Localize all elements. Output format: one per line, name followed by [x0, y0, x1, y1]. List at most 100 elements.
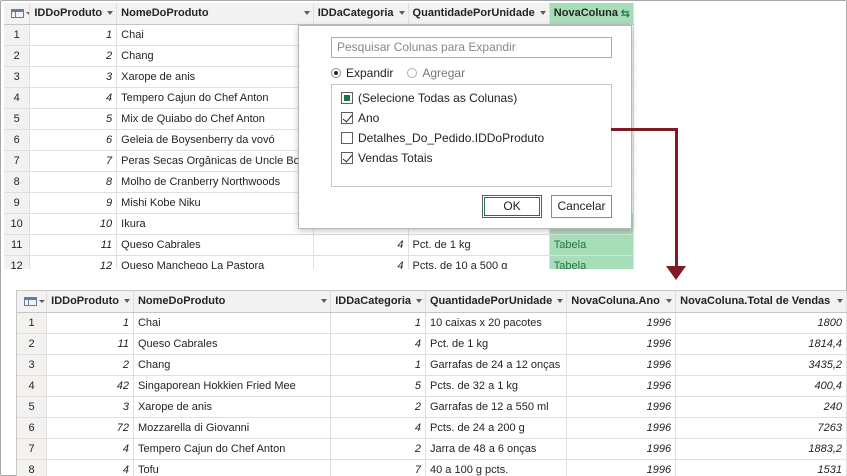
- column-header-iddoproduto[interactable]: IDDoProduto: [29, 3, 118, 25]
- cell-iddoproduto[interactable]: 4: [46, 459, 134, 476]
- cell-nomedoproduto[interactable]: Molho de Cranberry Northwoods: [116, 171, 314, 193]
- row-number[interactable]: 10: [4, 213, 31, 235]
- row-number[interactable]: 2: [4, 45, 31, 67]
- row-number[interactable]: 12: [4, 255, 31, 269]
- cell-quantidadeporunidade[interactable]: 10 caixas x 20 pacotes: [425, 312, 568, 334]
- cell-nomedoproduto[interactable]: Peras Secas Orgânicas de Uncle Bob: [116, 150, 314, 172]
- cell-nomedoproduto[interactable]: Mozzarella di Giovanni: [133, 417, 332, 439]
- row-number[interactable]: 6: [17, 417, 48, 439]
- cancel-button[interactable]: Cancelar: [551, 195, 612, 218]
- radio-aggregate-label[interactable]: Agregar: [422, 66, 465, 80]
- cell-novacoluna[interactable]: Tabela: [549, 255, 634, 269]
- cell-iddoproduto[interactable]: 8: [29, 171, 118, 193]
- row-number[interactable]: 3: [4, 66, 31, 88]
- cell-novacoluna-ano[interactable]: 1996: [566, 333, 677, 355]
- checkbox-item-select-all[interactable]: (Selecione Todas as Colunas): [332, 88, 611, 108]
- cell-quantidadeporunidade[interactable]: Garrafas de 12 a 550 ml: [425, 396, 568, 418]
- cell-iddacategoria[interactable]: 4: [313, 255, 409, 269]
- cell-novacoluna-total[interactable]: 7263: [675, 417, 847, 439]
- cell-iddoproduto[interactable]: 4: [29, 87, 118, 109]
- cell-novacoluna-ano[interactable]: 1996: [566, 312, 677, 334]
- filter-dropdown-icon[interactable]: [398, 11, 405, 15]
- cell-iddacategoria[interactable]: 2: [330, 396, 426, 418]
- cell-iddoproduto[interactable]: 11: [29, 234, 118, 256]
- cell-iddacategoria[interactable]: 4: [330, 333, 426, 355]
- cell-iddoproduto[interactable]: 1: [29, 24, 118, 46]
- cell-nomedoproduto[interactable]: Chai: [133, 312, 332, 334]
- cell-iddacategoria[interactable]: 1: [330, 312, 426, 334]
- cell-novacoluna-total[interactable]: 240: [675, 396, 847, 418]
- expand-column-icon[interactable]: ⇆: [621, 7, 630, 20]
- filter-dropdown-icon[interactable]: [321, 299, 328, 303]
- cell-iddoproduto[interactable]: 5: [29, 108, 118, 130]
- row-number[interactable]: 6: [4, 129, 31, 151]
- cell-novacoluna-total[interactable]: 400,4: [675, 375, 847, 397]
- cell-novacoluna-ano[interactable]: 1996: [566, 417, 677, 439]
- filter-dropdown-icon[interactable]: [837, 299, 843, 303]
- cell-quantidadeporunidade[interactable]: Pcts. de 32 a 1 kg: [425, 375, 568, 397]
- cell-iddoproduto[interactable]: 4: [46, 438, 134, 460]
- cell-novacoluna-ano[interactable]: 1996: [566, 354, 677, 376]
- cell-iddoproduto[interactable]: 72: [46, 417, 134, 439]
- cell-novacoluna-total[interactable]: 1883,2: [675, 438, 847, 460]
- row-number[interactable]: 7: [17, 438, 48, 460]
- cell-iddacategoria[interactable]: 2: [330, 438, 426, 460]
- cell-iddacategoria[interactable]: 1: [330, 354, 426, 376]
- cell-iddacategoria[interactable]: 7: [330, 459, 426, 476]
- checkbox-item-detalhes[interactable]: Detalhes_Do_Pedido.IDDoProduto: [332, 128, 611, 148]
- ok-button[interactable]: OK: [482, 195, 542, 218]
- cell-nomedoproduto[interactable]: Xarope de anis: [116, 66, 314, 88]
- cell-iddacategoria[interactable]: 5: [330, 375, 426, 397]
- row-number[interactable]: 4: [17, 375, 48, 397]
- cell-novacoluna-total[interactable]: 3435,2: [675, 354, 847, 376]
- table-menu-button[interactable]: [17, 291, 48, 313]
- cell-iddacategoria[interactable]: 4: [313, 234, 409, 256]
- cell-novacoluna-total[interactable]: 1800: [675, 312, 847, 334]
- column-header-iddacategoria[interactable]: IDDaCategoria: [313, 3, 409, 25]
- cell-nomedoproduto[interactable]: Mix de Quiabo do Chef Anton: [116, 108, 314, 130]
- cell-nomedoproduto[interactable]: Queso Manchego La Pastora: [116, 255, 314, 269]
- cell-iddoproduto[interactable]: 6: [29, 129, 118, 151]
- cell-nomedoproduto[interactable]: Singaporean Hokkien Fried Mee: [133, 375, 332, 397]
- cell-iddoproduto[interactable]: 1: [46, 312, 134, 334]
- column-header-novacoluna-ano[interactable]: NovaColuna.Ano: [566, 291, 677, 313]
- filter-dropdown-icon[interactable]: [557, 299, 564, 303]
- cell-nomedoproduto[interactable]: Ikura: [116, 213, 314, 235]
- cell-nomedoproduto[interactable]: Xarope de anis: [133, 396, 332, 418]
- checkbox[interactable]: [341, 92, 353, 104]
- cell-nomedoproduto[interactable]: Chang: [116, 45, 314, 67]
- column-header-novacoluna-total[interactable]: NovaColuna.Total de Vendas: [675, 291, 847, 313]
- cell-nomedoproduto[interactable]: Tofu: [133, 459, 332, 476]
- cell-iddacategoria[interactable]: 4: [330, 417, 426, 439]
- checkbox[interactable]: [341, 112, 353, 124]
- filter-dropdown-icon[interactable]: [539, 11, 546, 15]
- cell-novacoluna-ano[interactable]: 1996: [566, 459, 677, 476]
- cell-iddoproduto[interactable]: 3: [29, 66, 118, 88]
- cell-novacoluna-ano[interactable]: 1996: [566, 396, 677, 418]
- cell-quantidadeporunidade[interactable]: Jarra de 48 a 6 onças: [425, 438, 568, 460]
- cell-iddoproduto[interactable]: 10: [29, 213, 118, 235]
- cell-quantidadeporunidade[interactable]: Pcts. de 24 a 200 g: [425, 417, 568, 439]
- cell-nomedoproduto[interactable]: Queso Cabrales: [133, 333, 332, 355]
- cell-novacoluna-total[interactable]: 1814,4: [675, 333, 847, 355]
- table-menu-button[interactable]: [4, 3, 31, 25]
- row-number[interactable]: 7: [4, 150, 31, 172]
- cell-iddoproduto[interactable]: 3: [46, 396, 134, 418]
- cell-iddoproduto[interactable]: 42: [46, 375, 134, 397]
- cell-quantidadeporunidade[interactable]: 40 a 100 g pcts.: [425, 459, 568, 476]
- cell-iddoproduto[interactable]: 12: [29, 255, 118, 269]
- filter-dropdown-icon[interactable]: [666, 299, 673, 303]
- cell-nomedoproduto[interactable]: Mishi Kobe Niku: [116, 192, 314, 214]
- cell-novacoluna[interactable]: Tabela: [549, 234, 634, 256]
- column-header-nomedoproduto[interactable]: NomeDoProduto: [116, 3, 314, 25]
- cell-nomedoproduto[interactable]: Chang: [133, 354, 332, 376]
- column-header-iddacategoria[interactable]: IDDaCategoria: [330, 291, 426, 313]
- cell-nomedoproduto[interactable]: Tempero Cajun do Chef Anton: [133, 438, 332, 460]
- column-header-iddoproduto[interactable]: IDDoProduto: [46, 291, 134, 313]
- filter-dropdown-icon[interactable]: [107, 11, 114, 15]
- cell-novacoluna-total[interactable]: 1531: [675, 459, 847, 476]
- row-number[interactable]: 3: [17, 354, 48, 376]
- column-header-novacoluna[interactable]: NovaColuna ⇆: [549, 3, 634, 25]
- filter-dropdown-icon[interactable]: [123, 299, 130, 303]
- cell-nomedoproduto[interactable]: Chai: [116, 24, 314, 46]
